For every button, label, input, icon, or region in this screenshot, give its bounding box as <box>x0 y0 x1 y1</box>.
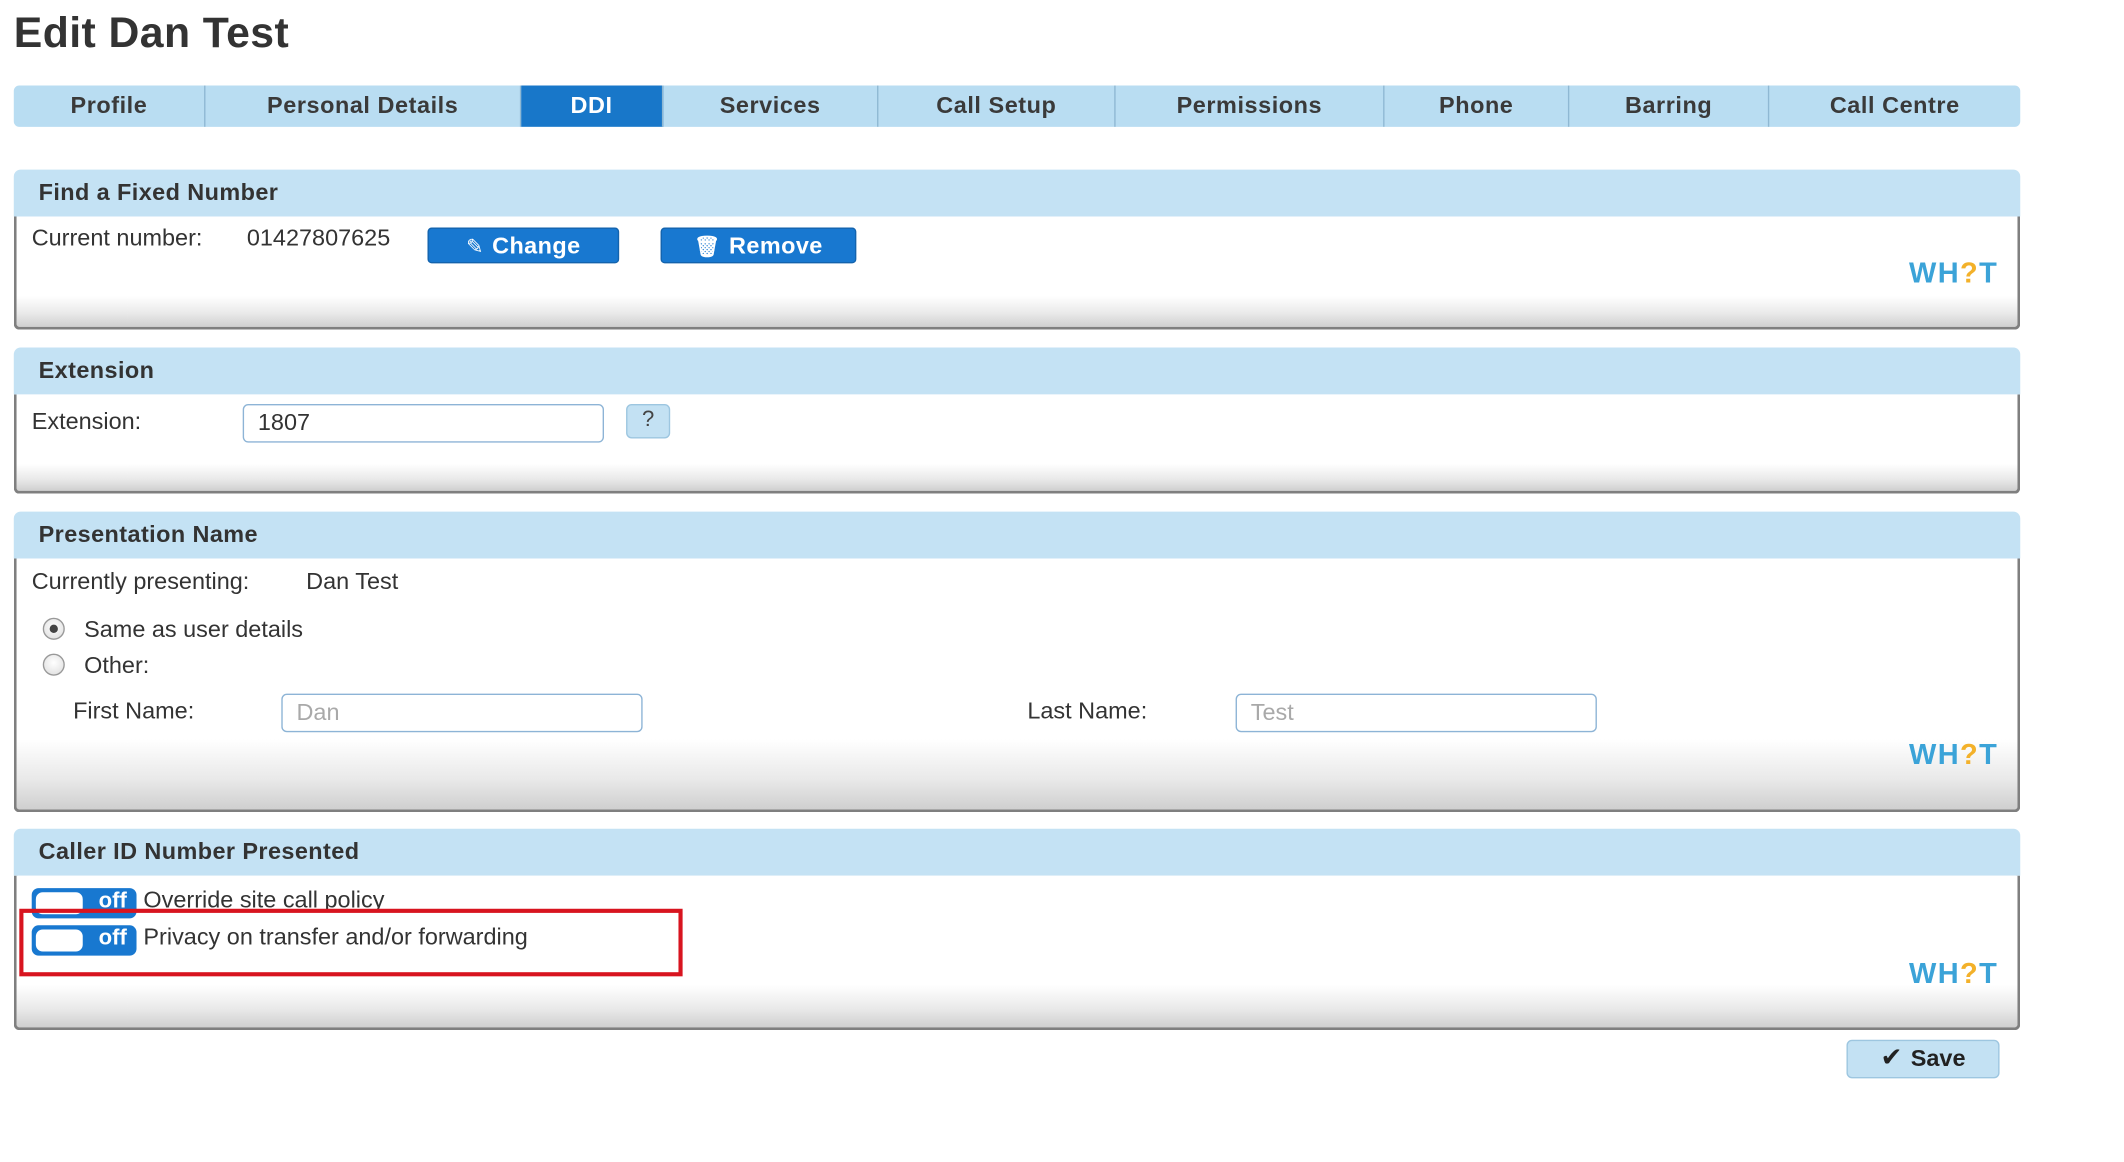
presentation-body: Currently presenting: Dan Test Same as u… <box>13 558 2021 813</box>
current-number-value: 01427807625 <box>246 224 391 251</box>
whoat-mark: ? <box>1960 257 1980 290</box>
whoat-help-logo[interactable]: WH?T <box>1909 739 1998 772</box>
currently-presenting-value: Dan Test <box>306 568 399 595</box>
page: Edit Dan Test Profile Personal Details D… <box>0 0 2124 1158</box>
find-number-body: Current number: 01427807625 ✎ Change 🗑 Rem… <box>13 216 2021 330</box>
first-name-label: First Name: <box>73 697 195 724</box>
find-number-panel: Find a Fixed Number Current number: 0142… <box>13 169 2021 330</box>
tab-bar: Profile Personal Details DDI Services Ca… <box>13 85 2021 127</box>
presentation-header: Presentation Name <box>13 511 2021 559</box>
extension-label: Extension: <box>31 408 142 435</box>
current-number-label: Current number: <box>31 224 203 251</box>
whoat-mark: ? <box>1960 958 1980 991</box>
whoat-prefix: WH <box>1909 257 1961 290</box>
option-same-label: Same as user details <box>84 616 304 643</box>
remove-button-label: Remove <box>729 233 823 260</box>
highlight-box <box>19 908 683 977</box>
caller-id-header: Caller ID Number Presented <box>13 828 2021 876</box>
tab-phone[interactable]: Phone <box>1385 85 1570 127</box>
last-name-label: Last Name: <box>1027 697 1148 724</box>
whoat-suffix: T <box>1979 739 1999 771</box>
save-button[interactable]: ✔ Save <box>1846 1039 2000 1079</box>
radio-same-as-user[interactable] <box>42 617 65 640</box>
presentation-panel: Presentation Name Currently presenting: … <box>13 511 2021 813</box>
checkmark-icon: ✔ <box>1880 1043 1903 1073</box>
whoat-suffix: T <box>1979 958 1999 991</box>
tab-call-centre[interactable]: Call Centre <box>1769 85 2020 126</box>
whoat-help-logo[interactable]: WH?T <box>1909 258 1998 291</box>
tab-personal-details[interactable]: Personal Details <box>205 85 522 127</box>
whoat-mark: ? <box>1960 739 1980 771</box>
find-number-header: Find a Fixed Number <box>13 169 2021 217</box>
tab-services[interactable]: Services <box>663 85 879 127</box>
extension-input[interactable] <box>242 404 605 443</box>
tab-ddi[interactable]: DDI <box>521 85 664 127</box>
pencil-icon: ✎ <box>466 235 484 260</box>
extension-help-button[interactable]: ? <box>626 404 671 439</box>
extension-header: Extension <box>13 347 2021 395</box>
tab-permissions[interactable]: Permissions <box>1116 85 1385 127</box>
last-name-input[interactable] <box>1235 693 1597 733</box>
remove-button[interactable]: 🗑 Remove <box>660 227 857 264</box>
whoat-help-logo[interactable]: WH?T <box>1909 958 1998 991</box>
whoat-prefix: WH <box>1909 739 1961 771</box>
option-other-label: Other: <box>84 652 150 679</box>
whoat-prefix: WH <box>1909 958 1961 991</box>
extension-body: Extension: ? <box>13 394 2021 494</box>
change-button[interactable]: ✎ Change <box>427 227 620 264</box>
trash-icon: 🗑 <box>694 235 721 260</box>
currently-presenting-label: Currently presenting: <box>31 568 250 595</box>
change-button-label: Change <box>492 233 581 260</box>
extension-panel: Extension Extension: ? <box>13 347 2021 494</box>
page-title: Edit Dan Test <box>13 8 290 57</box>
tab-profile[interactable]: Profile <box>14 85 206 127</box>
save-button-label: Save <box>1910 1045 1966 1072</box>
first-name-input[interactable] <box>281 693 643 733</box>
radio-other[interactable] <box>42 653 65 676</box>
tab-barring[interactable]: Barring <box>1569 85 1770 127</box>
tab-call-setup[interactable]: Call Setup <box>878 85 1116 127</box>
whoat-suffix: T <box>1979 257 1999 290</box>
